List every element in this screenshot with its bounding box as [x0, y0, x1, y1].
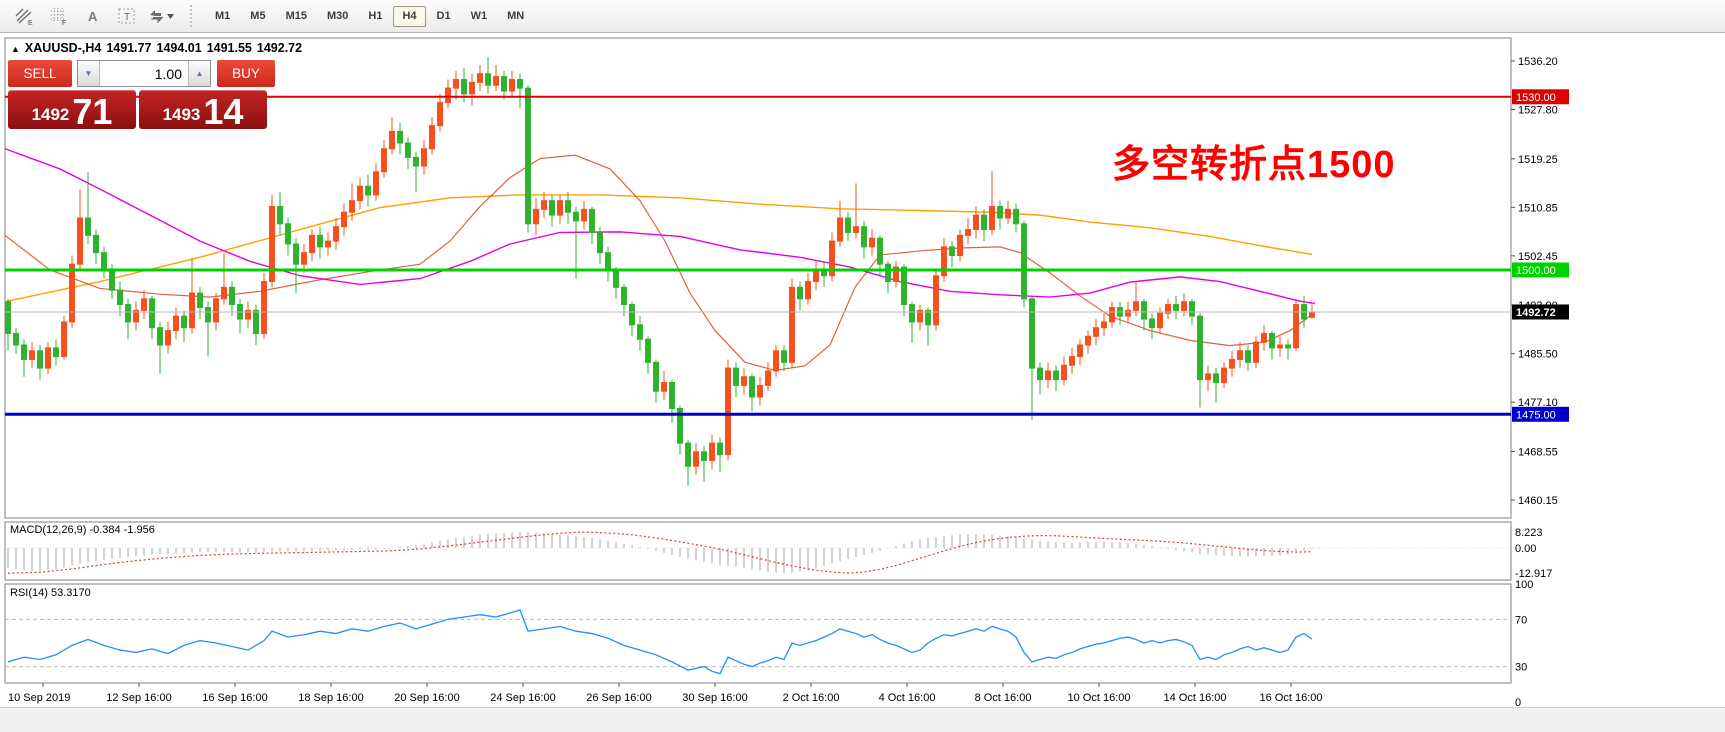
sell-price-pips: 71 — [72, 95, 112, 128]
time-axis: 10 Sep 2019 12 Sep 16:00 16 Sep 16:00 18 Se… — [8, 683, 1323, 704]
svg-text:4 Oct 16:00: 4 Oct 16:00 — [879, 692, 936, 704]
timeframe-button-M5[interactable]: M5 — [241, 6, 274, 27]
svg-text:16 Sep 16:00: 16 Sep 16:00 — [202, 692, 267, 704]
toolbar-icon-group: EFAT — [8, 3, 178, 30]
text-box-icon[interactable]: T — [112, 3, 142, 30]
timeframe-button-W1[interactable]: W1 — [462, 6, 497, 27]
svg-text:16 Oct 16:00: 16 Oct 16:00 — [1260, 692, 1323, 704]
svg-text:T: T — [124, 12, 130, 23]
trade-widget: ▲ XAUUSD-,H4 1491.77 1494.01 1491.55 149… — [6, 37, 304, 129]
svg-text:20 Sep 16:00: 20 Sep 16:00 — [394, 692, 459, 704]
collapse-icon[interactable]: ▲ — [11, 44, 20, 54]
timeframe-button-group: M1M5M15M30H1H4D1W1MN — [205, 6, 534, 27]
svg-text:1536.20: 1536.20 — [1518, 56, 1558, 68]
svg-text:10 Oct 16:00: 10 Oct 16:00 — [1068, 692, 1131, 704]
svg-text:30: 30 — [1515, 662, 1527, 674]
svg-text:70: 70 — [1515, 614, 1527, 626]
svg-text:E: E — [28, 20, 33, 26]
svg-text:26 Sep 16:00: 26 Sep 16:00 — [586, 692, 651, 704]
svg-text:1500.00: 1500.00 — [1516, 265, 1556, 277]
ohlc-high: 1494.01 — [157, 41, 202, 55]
rsi-axis: 10070300 — [1515, 579, 1533, 709]
svg-text:1519.25: 1519.25 — [1518, 154, 1558, 166]
svg-text:2 Oct 16:00: 2 Oct 16:00 — [783, 692, 840, 704]
volume-increase-button[interactable]: ▲ — [188, 61, 210, 86]
rsi-indicator-label: RSI(14) 53.3170 — [10, 587, 91, 599]
svg-text:A: A — [88, 9, 98, 24]
svg-text:18 Sep 16:00: 18 Sep 16:00 — [298, 692, 363, 704]
svg-text:1475.00: 1475.00 — [1516, 409, 1556, 421]
svg-text:1485.50: 1485.50 — [1518, 349, 1558, 361]
svg-text:12 Sep 16:00: 12 Sep 16:00 — [106, 692, 171, 704]
svg-text:14 Oct 16:00: 14 Oct 16:00 — [1164, 692, 1227, 704]
sell-button[interactable]: SELL — [8, 60, 72, 87]
grid-icon[interactable]: F — [44, 3, 74, 30]
text-label-icon[interactable]: A — [78, 3, 108, 30]
svg-text:1527.80: 1527.80 — [1518, 104, 1558, 116]
svg-text:24 Sep 16:00: 24 Sep 16:00 — [490, 692, 555, 704]
ohlc-open: 1491.77 — [106, 41, 151, 55]
svg-text:1510.85: 1510.85 — [1518, 202, 1558, 214]
timeframe-button-M1[interactable]: M1 — [206, 6, 239, 27]
buy-price-main: 1493 — [163, 106, 201, 123]
price-boxes: 1492 71 1493 14 — [8, 90, 304, 129]
cycle-symbols-icon[interactable] — [146, 3, 176, 30]
svg-text:8 Oct 16:00: 8 Oct 16:00 — [975, 692, 1032, 704]
trade-row: SELL ▼ ▲ BUY — [8, 60, 304, 87]
macd-axis: 8.2230.00-12.917 — [1515, 527, 1552, 580]
volume-input[interactable] — [100, 61, 188, 86]
symbol-title: XAUUSD-,H4 — [25, 41, 101, 55]
timeframe-button-H4[interactable]: H4 — [393, 6, 425, 27]
sell-price-box[interactable]: 1492 71 — [8, 90, 136, 129]
timeframe-button-D1[interactable]: D1 — [428, 6, 460, 27]
ohlc-close: 1492.72 — [257, 41, 302, 55]
svg-text:1468.55: 1468.55 — [1518, 447, 1558, 459]
svg-text:1530.00: 1530.00 — [1516, 92, 1556, 104]
svg-text:30 Sep 16:00: 30 Sep 16:00 — [682, 692, 747, 704]
svg-text:F: F — [62, 20, 66, 26]
sell-price-main: 1492 — [32, 106, 70, 123]
timeframe-button-H1[interactable]: H1 — [359, 6, 391, 27]
volume-stepper: ▼ ▲ — [77, 60, 211, 87]
chart-canvas[interactable]: 1536.201527.801519.251510.851502.451493.… — [0, 33, 1725, 731]
timeframe-button-MN[interactable]: MN — [498, 6, 533, 27]
volume-decrease-button[interactable]: ▼ — [78, 61, 100, 86]
timeframe-button-M15[interactable]: M15 — [277, 6, 316, 27]
toolbar-separator — [190, 5, 196, 27]
line-studies-icon[interactable]: E — [10, 3, 40, 30]
macd-indicator-label: MACD(12,26,9) -0.384 -1.956 — [10, 524, 155, 536]
status-bar — [0, 707, 1725, 732]
svg-text:0.00: 0.00 — [1515, 543, 1536, 555]
buy-button[interactable]: BUY — [217, 60, 275, 87]
timeframe-button-M30[interactable]: M30 — [318, 6, 357, 27]
toolbar: E F A T M1M5M15M30H1H4D1W1MN — [0, 0, 1725, 33]
buy-price-pips: 14 — [203, 95, 243, 128]
svg-text:1492.72: 1492.72 — [1516, 307, 1556, 319]
symbol-bar: ▲ XAUUSD-,H4 1491.77 1494.01 1491.55 149… — [6, 37, 304, 60]
ohlc-low: 1491.55 — [207, 41, 252, 55]
svg-text:8.223: 8.223 — [1515, 527, 1543, 539]
svg-text:1460.15: 1460.15 — [1518, 495, 1558, 507]
svg-text:100: 100 — [1515, 579, 1533, 591]
chart-annotation-text: 多空转折点1500 — [1112, 133, 1396, 188]
price-axis: 1536.201527.801519.251510.851502.451493.… — [1511, 56, 1558, 507]
svg-text:1502.45: 1502.45 — [1518, 251, 1558, 263]
buy-price-box[interactable]: 1493 14 — [139, 90, 267, 129]
svg-text:10 Sep 2019: 10 Sep 2019 — [8, 692, 70, 704]
